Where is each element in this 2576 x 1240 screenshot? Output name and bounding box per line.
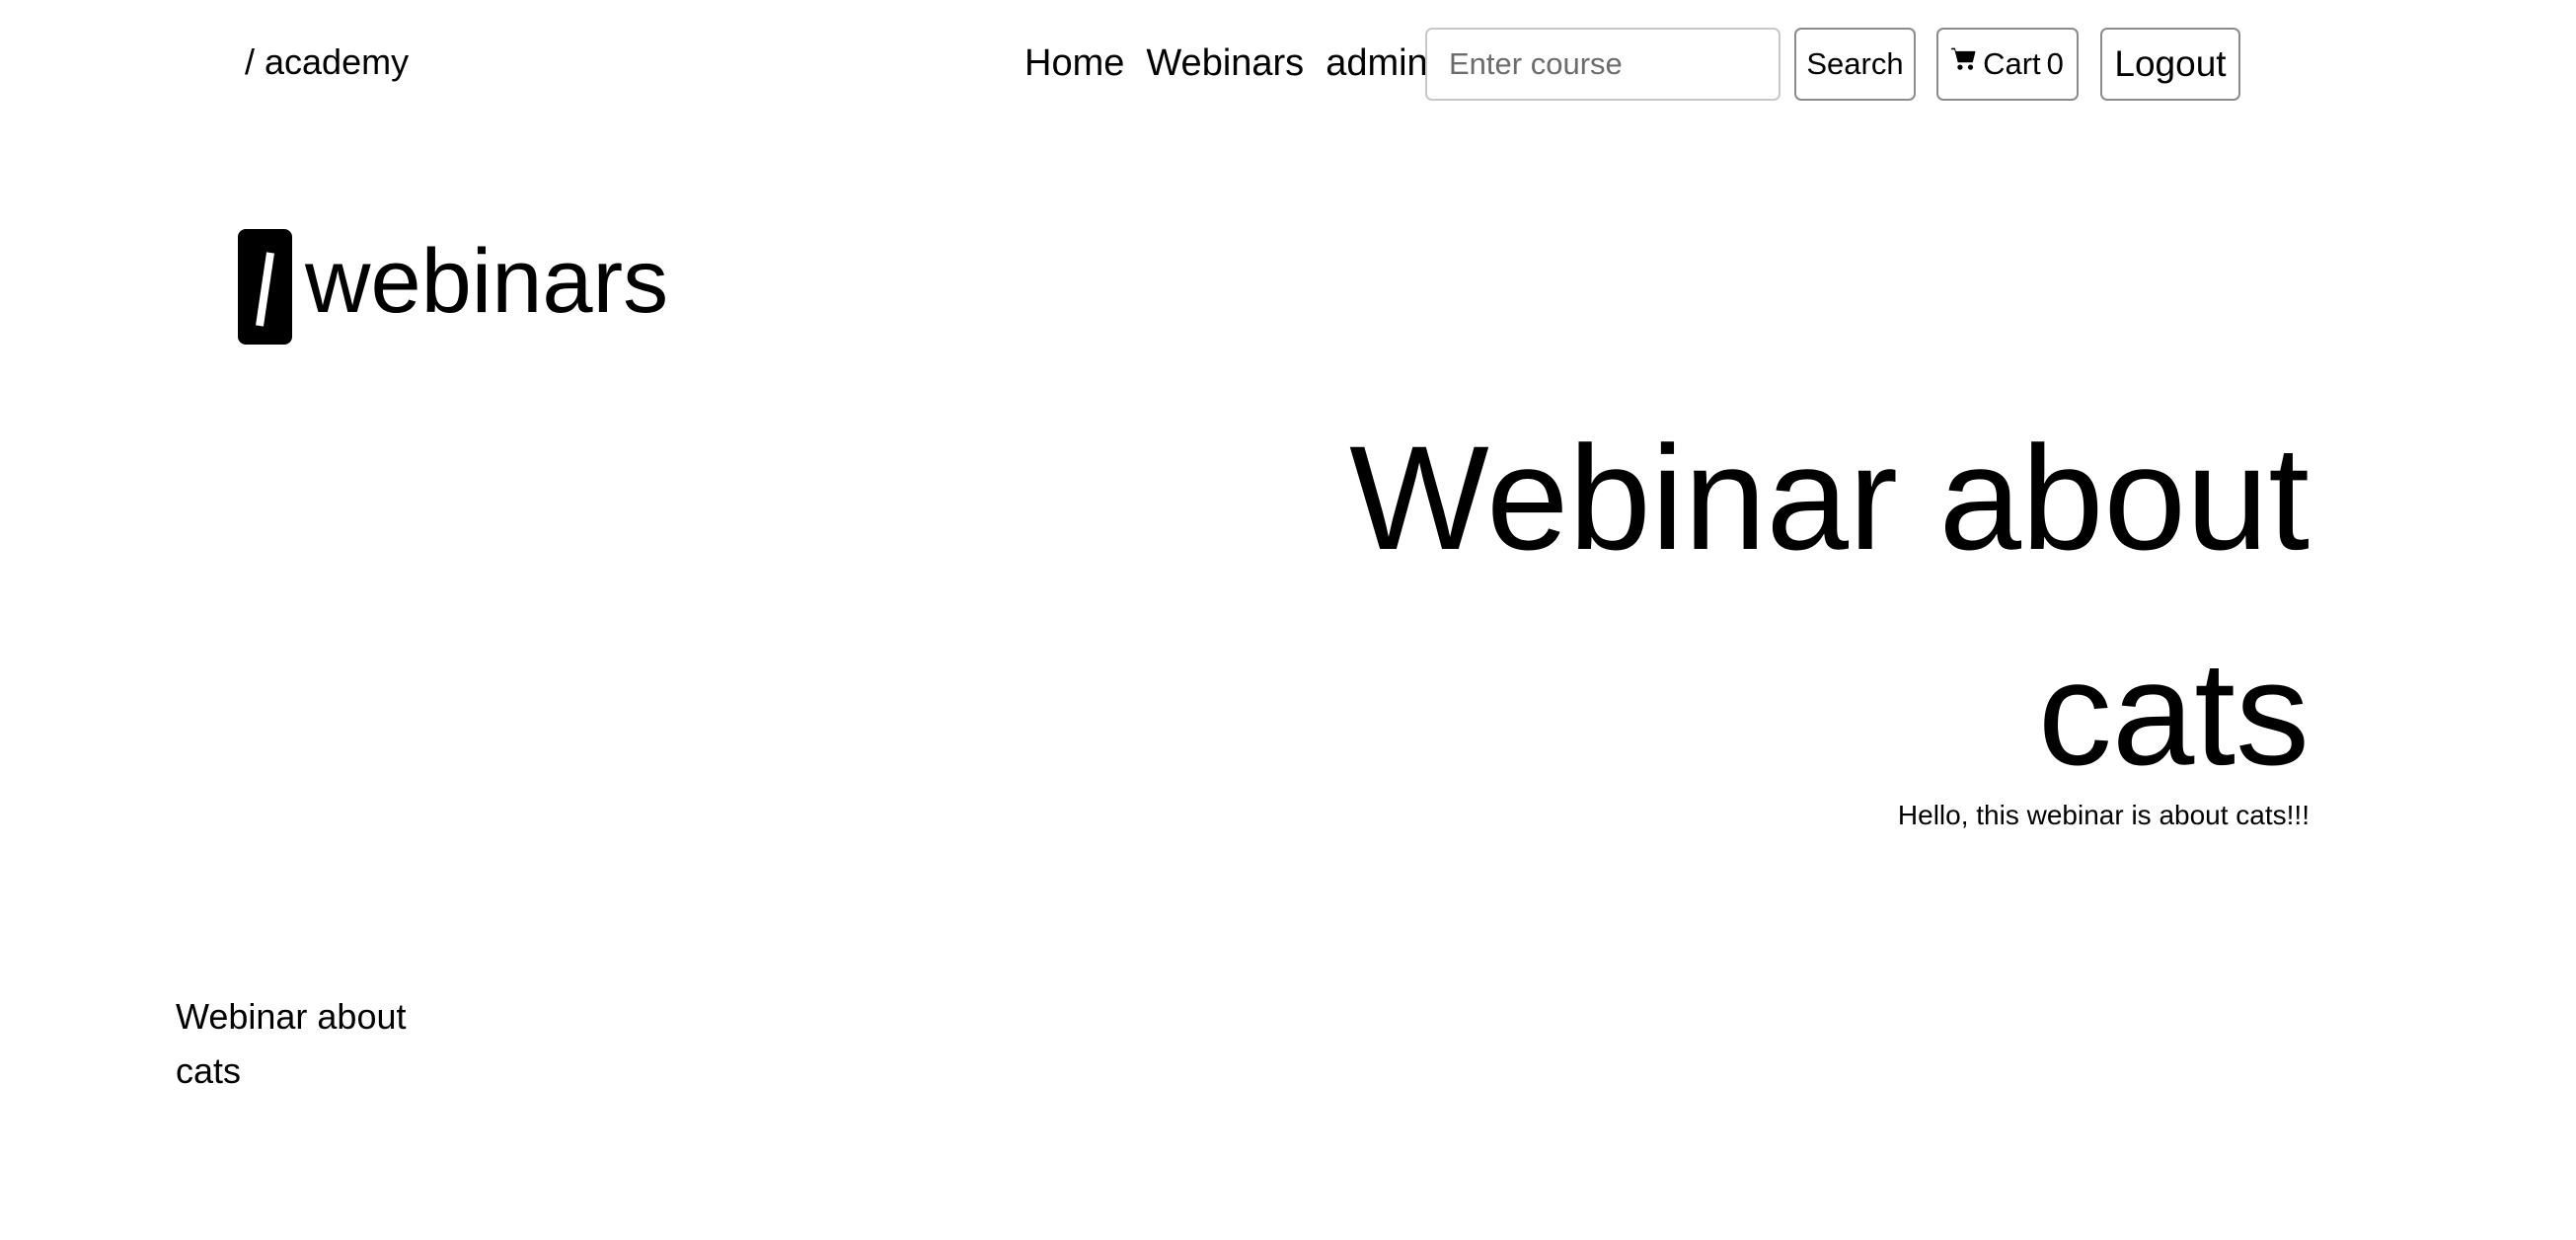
cart-icon (1951, 46, 1977, 72)
cart-label: Cart (1983, 46, 2041, 81)
hero-title: Webinar about cats (1349, 415, 2310, 796)
navbar: / academy Home Webinars admin Search Car… (0, 28, 2576, 103)
nav-link-admin[interactable]: admin (1326, 40, 1428, 86)
logo-slash-mark (238, 229, 292, 345)
brand-link[interactable]: / academy (245, 40, 409, 84)
page: / academy Home Webinars admin Search Car… (0, 0, 2576, 1240)
cart-button[interactable]: Cart 0 (1936, 28, 2079, 101)
nav-links: Home Webinars admin (1024, 40, 1428, 86)
cart-count: 0 (2046, 46, 2064, 81)
nav-link-webinars[interactable]: Webinars (1146, 40, 1304, 86)
logout-button[interactable]: Logout (2100, 28, 2240, 101)
search-button[interactable]: Search (1794, 28, 1916, 101)
hero-description: Hello, this webinar is about cats!!! (1897, 800, 2310, 830)
course-search-input[interactable] (1425, 28, 1780, 101)
webinars-logo: webinars (238, 229, 668, 345)
nav-link-home[interactable]: Home (1024, 40, 1124, 86)
course-card-title[interactable]: Webinar about cats (176, 989, 432, 1098)
logo-text: webinars (305, 230, 669, 332)
